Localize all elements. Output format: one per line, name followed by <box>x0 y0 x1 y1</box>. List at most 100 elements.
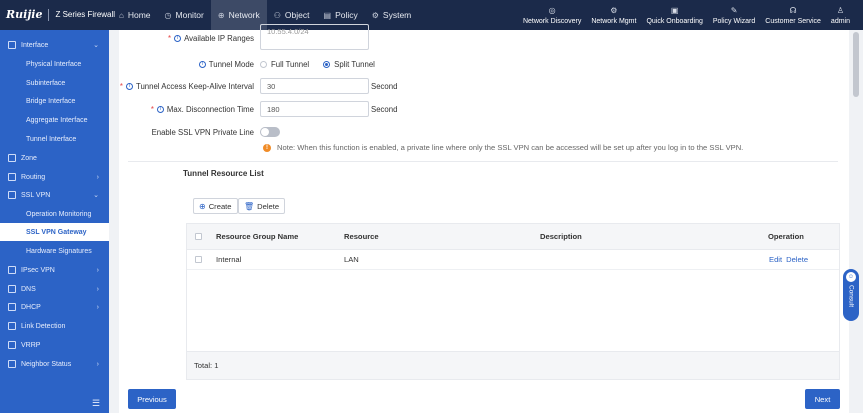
sidebar-item-aggregate-interface[interactable]: Aggregate Interface <box>0 111 109 129</box>
ip-ranges-label-text: Available IP Ranges <box>184 33 254 43</box>
consult-button[interactable]: ☺ Consult <box>843 269 859 321</box>
radio-checked-icon <box>323 60 331 68</box>
network-mgmt-icon: ⚙ <box>610 5 618 15</box>
sidebar-item-label: Bridge Interface <box>26 97 76 105</box>
chevron-right-icon: › <box>96 173 99 181</box>
sidebar-item-operation-monitoring[interactable]: Operation Monitoring <box>0 205 109 223</box>
tool-quick-onboarding[interactable]: ▣ Quick Onboarding <box>641 0 707 30</box>
next-button[interactable]: Next <box>805 389 840 409</box>
table-row: Internal LAN Edit Delete <box>187 250 839 270</box>
sidebar-item-hardware-signatures[interactable]: Hardware Signatures <box>0 242 109 260</box>
sidebar-item-routing[interactable]: Routing › <box>0 168 109 186</box>
network-icon: ⊕ <box>217 10 225 20</box>
sidebar-item-physical-interface[interactable]: Physical Interface <box>0 55 109 73</box>
zone-icon <box>8 154 16 162</box>
vertical-scrollbar[interactable] <box>849 30 863 413</box>
sidebar-item-interface[interactable]: Interface ⌄ <box>0 36 109 54</box>
chevron-down-icon: ⌄ <box>93 42 99 49</box>
keepalive-input[interactable]: 30 <box>260 78 369 94</box>
trash-icon: 🗑 <box>244 201 255 211</box>
tool-network-discovery-label: Network Discovery <box>522 17 582 25</box>
sidebar-item-tunnel-interface[interactable]: Tunnel Interface <box>0 130 109 148</box>
sidebar-item-dns[interactable]: DNS › <box>0 280 109 298</box>
object-icon: ⚇ <box>273 10 281 20</box>
sidebar-item-ssl-vpn[interactable]: SSL VPN ⌄ <box>0 186 109 204</box>
sidebar-item-label: Interface <box>21 41 49 49</box>
column-header-description[interactable]: Description <box>540 224 582 249</box>
delete-button[interactable]: 🗑 Delete <box>238 198 286 214</box>
radio-unchecked-icon <box>260 60 267 68</box>
resource-table: Resource Group Name Resource Description… <box>186 223 840 380</box>
info-icon[interactable]: i <box>156 105 164 113</box>
full-tunnel-radio[interactable]: Full Tunnel <box>260 60 309 69</box>
tool-admin[interactable]: ♙ admin <box>826 0 855 30</box>
nav-monitor[interactable]: ◷ Monitor <box>158 0 211 30</box>
tool-policy-wizard[interactable]: ✎ Policy Wizard <box>708 0 760 30</box>
sidebar-item-bridge-interface[interactable]: Bridge Interface <box>0 92 109 110</box>
tunnel-mode-label: i Tunnel Mode <box>198 60 254 69</box>
sidebar-item-label: Zone <box>21 154 37 162</box>
previous-button[interactable]: Previous <box>128 389 176 409</box>
delete-link[interactable]: Delete <box>786 255 808 264</box>
max-disconnection-input[interactable]: 180 <box>260 101 369 117</box>
split-tunnel-radio[interactable]: Split Tunnel <box>323 60 375 69</box>
sidebar-item-ipsec-vpn[interactable]: IPsec VPN › <box>0 261 109 279</box>
delete-button-label: Delete <box>257 201 280 211</box>
policy-icon: ▤ <box>323 10 332 20</box>
nav-system[interactable]: ⚙ System <box>365 0 419 30</box>
column-header-group[interactable]: Resource Group Name <box>216 224 298 249</box>
nav-network[interactable]: ⊕ Network <box>210 0 267 30</box>
tool-customer-service[interactable]: ☊ Customer Service <box>760 0 826 30</box>
select-all-checkbox[interactable] <box>195 233 202 240</box>
info-icon[interactable]: i <box>174 34 182 42</box>
create-button[interactable]: ⊕ Create <box>193 198 238 214</box>
total-count: Total: 1 <box>194 361 219 370</box>
tool-network-discovery[interactable]: ◎ Network Discovery <box>518 0 586 30</box>
nav-network-label: Network <box>228 10 260 20</box>
sidebar-item-label: IPsec VPN <box>21 266 55 274</box>
info-icon[interactable]: i <box>198 60 206 68</box>
chevron-right-icon: › <box>96 285 99 293</box>
max-disconnection-row: * i Max. Disconnection Time 180 Second <box>119 101 849 117</box>
plus-circle-icon: ⊕ <box>199 201 206 211</box>
ip-ranges-row: * i Available IP Ranges 10.55.4.0/24 <box>119 24 849 50</box>
nav-policy-label: Policy <box>335 10 358 20</box>
sidebar-item-ssl-vpn-gateway[interactable]: SSL VPN Gateway <box>0 223 109 241</box>
edit-link[interactable]: Edit <box>769 255 782 264</box>
neighbor-status-icon <box>8 360 16 368</box>
sidebar-item-subinterface[interactable]: Subinterface <box>0 74 109 92</box>
row-checkbox[interactable] <box>195 256 202 263</box>
sidebar-item-dhcp[interactable]: DHCP › <box>0 298 109 316</box>
sidebar-item-label: Hardware Signatures <box>26 247 92 255</box>
column-header-resource[interactable]: Resource <box>344 224 379 249</box>
row-checkbox-cell <box>195 250 202 269</box>
tunnel-resource-list-title: Tunnel Resource List <box>183 169 264 178</box>
scrollbar-thumb[interactable] <box>853 32 859 97</box>
sidebar-item-zone[interactable]: Zone <box>0 149 109 167</box>
full-tunnel-label: Full Tunnel <box>271 59 310 69</box>
main-content: * i Available IP Ranges 10.55.4.0/24 i Tunn… <box>119 24 849 413</box>
ip-ranges-textarea[interactable]: 10.55.4.0/24 <box>260 24 369 50</box>
interface-icon <box>8 41 16 49</box>
sidebar-item-neighbor-status[interactable]: Neighbor Status › <box>0 355 109 373</box>
sidebar-item-label: DHCP <box>21 303 41 311</box>
chevron-right-icon: › <box>96 360 99 368</box>
routing-icon <box>8 173 16 181</box>
nav-home[interactable]: ⌂ Home <box>112 0 158 30</box>
sidebar-item-link-detection[interactable]: Link Detection <box>0 317 109 335</box>
nav-object-label: Object <box>284 10 310 20</box>
sidebar-item-label: Routing <box>21 173 46 181</box>
keepalive-unit: Second <box>371 81 398 91</box>
sidebar-item-label: SSL VPN <box>21 191 51 199</box>
table-header: Resource Group Name Resource Description… <box>187 224 839 250</box>
info-icon[interactable]: i <box>125 82 133 90</box>
sidebar-item-label: Operation Monitoring <box>26 210 92 218</box>
select-all-checkbox-cell <box>195 224 202 249</box>
collapse-sidebar-icon[interactable]: ☰ <box>92 398 100 409</box>
monitor-icon: ◷ <box>164 10 172 20</box>
sidebar-item-label: Subinterface <box>26 79 66 87</box>
sidebar-item-vrrp[interactable]: VRRP <box>0 336 109 354</box>
tool-network-mgmt[interactable]: ⚙ Network Mgmt <box>586 0 641 30</box>
private-line-toggle[interactable] <box>260 127 280 137</box>
brand-separator <box>48 8 50 21</box>
